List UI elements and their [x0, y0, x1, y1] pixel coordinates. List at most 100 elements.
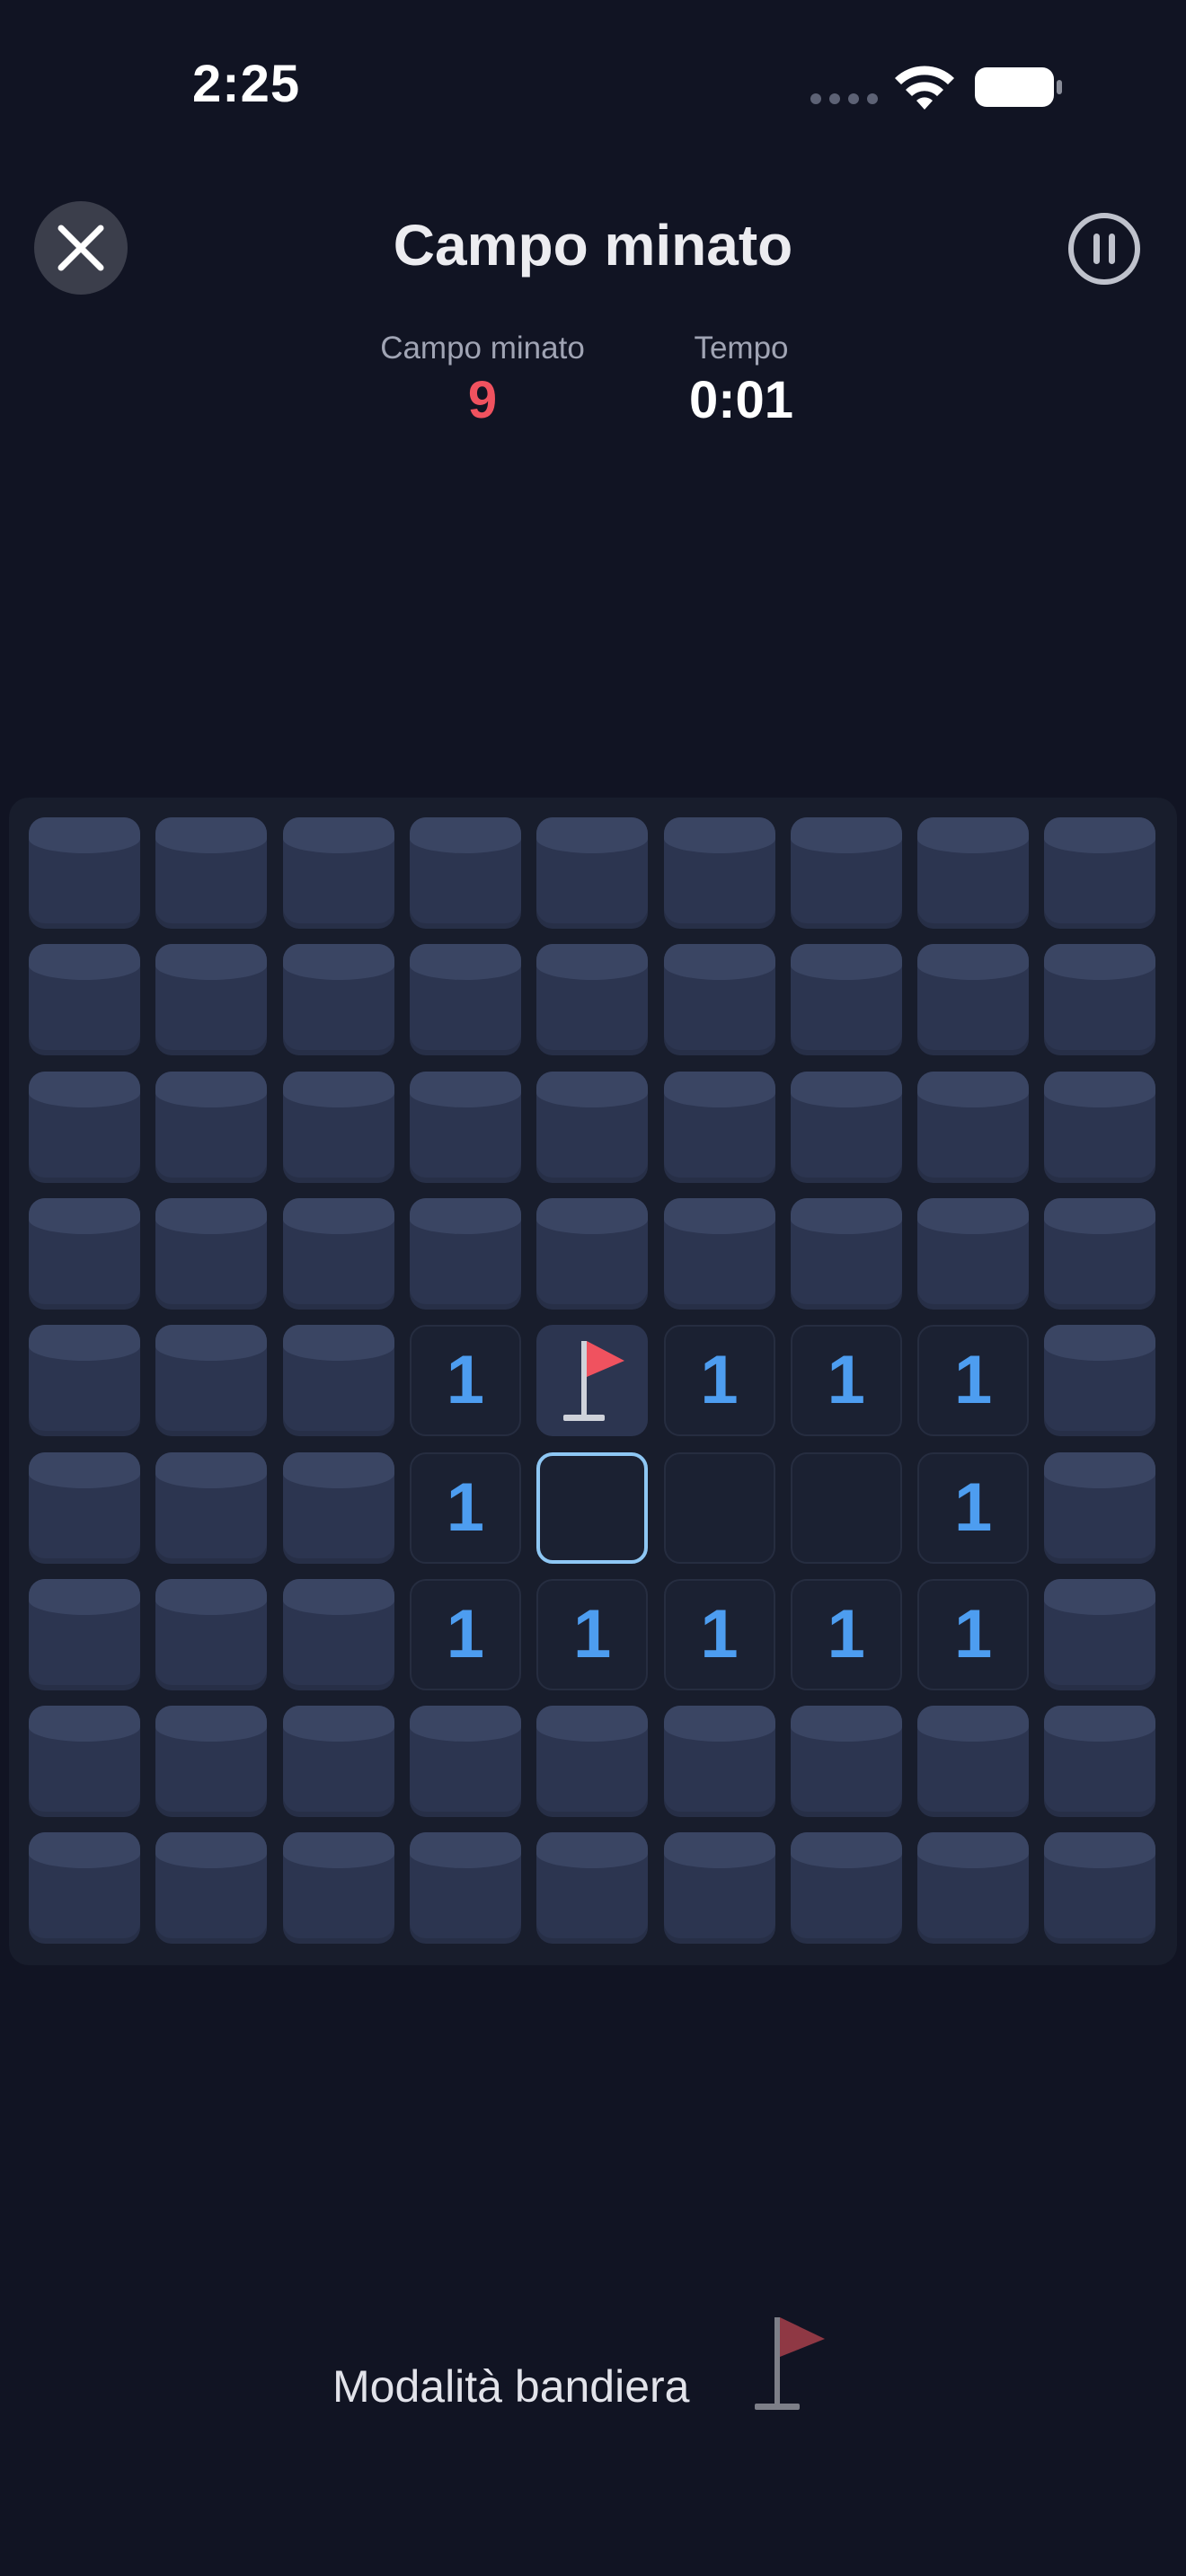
covered-cell[interactable]: [155, 1706, 268, 1818]
covered-cell[interactable]: [536, 1706, 649, 1818]
mines-label: Campo minato: [380, 331, 585, 366]
cell-number: 1: [446, 1469, 485, 1546]
covered-cell[interactable]: [1044, 1578, 1156, 1690]
covered-cell[interactable]: [409, 817, 521, 929]
covered-cell[interactable]: [1044, 817, 1156, 929]
timer: Tempo 0:01: [647, 331, 836, 430]
revealed-cell[interactable]: 1: [663, 1578, 775, 1690]
covered-cell[interactable]: [536, 944, 649, 1056]
revealed-cell[interactable]: 1: [790, 1325, 902, 1437]
covered-cell[interactable]: [155, 944, 268, 1056]
covered-cell[interactable]: [29, 1071, 140, 1183]
covered-cell[interactable]: [155, 1197, 268, 1310]
wifi-icon: [895, 66, 954, 110]
covered-cell[interactable]: [790, 1197, 902, 1310]
revealed-cell[interactable]: 1: [917, 1578, 1030, 1690]
covered-cell[interactable]: [282, 1706, 394, 1818]
covered-cell[interactable]: [282, 1451, 394, 1564]
flagged-cell[interactable]: [536, 1325, 649, 1437]
revealed-cell[interactable]: 1: [790, 1578, 902, 1690]
covered-cell[interactable]: [1044, 1071, 1156, 1183]
cell-number: 1: [827, 1342, 865, 1419]
covered-cell[interactable]: [790, 1706, 902, 1818]
covered-cell[interactable]: [155, 1325, 268, 1437]
covered-cell[interactable]: [663, 1197, 775, 1310]
covered-cell[interactable]: [663, 1071, 775, 1183]
covered-cell[interactable]: [29, 944, 140, 1056]
revealed-cell[interactable]: 1: [663, 1325, 775, 1437]
revealed-cell[interactable]: 1: [409, 1451, 521, 1564]
covered-cell[interactable]: [1044, 1197, 1156, 1310]
close-button[interactable]: [34, 201, 128, 295]
pause-button[interactable]: [1067, 212, 1141, 286]
covered-cell[interactable]: [409, 944, 521, 1056]
revealed-cell[interactable]: 1: [536, 1578, 649, 1690]
covered-cell[interactable]: [536, 1832, 649, 1945]
covered-cell[interactable]: [1044, 1706, 1156, 1818]
covered-cell[interactable]: [282, 1832, 394, 1945]
flag-mode-toggle[interactable]: Modalità bandiera: [332, 2317, 825, 2413]
cell-number: 1: [953, 1595, 993, 1672]
revealed-cell[interactable]: 1: [917, 1451, 1030, 1564]
covered-cell[interactable]: [155, 817, 268, 929]
covered-cell[interactable]: [29, 1578, 140, 1690]
covered-cell[interactable]: [409, 1197, 521, 1310]
covered-cell[interactable]: [917, 1197, 1030, 1310]
selected-cell[interactable]: [536, 1451, 649, 1564]
covered-cell[interactable]: [663, 944, 775, 1056]
covered-cell[interactable]: [790, 1071, 902, 1183]
flag-mode-label: Modalità bandiera: [332, 2361, 690, 2412]
covered-cell[interactable]: [917, 1832, 1030, 1945]
covered-cell[interactable]: [1044, 1832, 1156, 1945]
covered-cell[interactable]: [282, 1197, 394, 1310]
covered-cell[interactable]: [155, 1451, 268, 1564]
revealed-cell[interactable]: 1: [409, 1325, 521, 1437]
covered-cell[interactable]: [536, 1197, 649, 1310]
covered-cell[interactable]: [917, 944, 1030, 1056]
covered-cell[interactable]: [282, 1325, 394, 1437]
covered-cell[interactable]: [536, 1071, 649, 1183]
mines-counter: Campo minato 9: [352, 331, 613, 430]
revealed-cell[interactable]: [790, 1451, 902, 1564]
revealed-cell[interactable]: 1: [409, 1578, 521, 1690]
covered-cell[interactable]: [1044, 944, 1156, 1056]
minesweeper-screen: 2:25 Campo minato Campo minato 9 Tempo 0…: [0, 0, 1186, 2576]
covered-cell[interactable]: [155, 1578, 268, 1690]
revealed-cell[interactable]: 1: [917, 1325, 1030, 1437]
covered-cell[interactable]: [282, 817, 394, 929]
revealed-cell[interactable]: [663, 1451, 775, 1564]
covered-cell[interactable]: [409, 1071, 521, 1183]
covered-cell[interactable]: [282, 1578, 394, 1690]
covered-cell[interactable]: [29, 1197, 140, 1310]
covered-cell[interactable]: [536, 817, 649, 929]
covered-cell[interactable]: [790, 817, 902, 929]
minefield-board: 1 1 1 1 1 1 1 1 1 1 1: [9, 798, 1177, 1965]
covered-cell[interactable]: [155, 1832, 268, 1945]
status-time: 2:25: [192, 55, 301, 113]
covered-cell[interactable]: [409, 1706, 521, 1818]
covered-cell[interactable]: [1044, 1451, 1156, 1564]
covered-cell[interactable]: [663, 1832, 775, 1945]
covered-cell[interactable]: [663, 1706, 775, 1818]
cell-number: 1: [446, 1595, 485, 1672]
covered-cell[interactable]: [790, 1832, 902, 1945]
covered-cell[interactable]: [29, 1706, 140, 1818]
covered-cell[interactable]: [29, 1451, 140, 1564]
covered-cell[interactable]: [1044, 1325, 1156, 1437]
covered-cell[interactable]: [155, 1071, 268, 1183]
covered-cell[interactable]: [29, 1325, 140, 1437]
covered-cell[interactable]: [29, 817, 140, 929]
covered-cell[interactable]: [29, 1832, 140, 1945]
cell-number: 1: [573, 1595, 612, 1672]
covered-cell[interactable]: [663, 817, 775, 929]
covered-cell[interactable]: [409, 1832, 521, 1945]
covered-cell[interactable]: [917, 1071, 1030, 1183]
covered-cell[interactable]: [917, 817, 1030, 929]
covered-cell[interactable]: [790, 944, 902, 1056]
covered-cell[interactable]: [282, 944, 394, 1056]
cell-number: 1: [700, 1595, 739, 1672]
covered-cell[interactable]: [917, 1706, 1030, 1818]
cellular-signal-icon: [810, 93, 878, 104]
battery-icon: [975, 67, 1062, 107]
covered-cell[interactable]: [282, 1071, 394, 1183]
